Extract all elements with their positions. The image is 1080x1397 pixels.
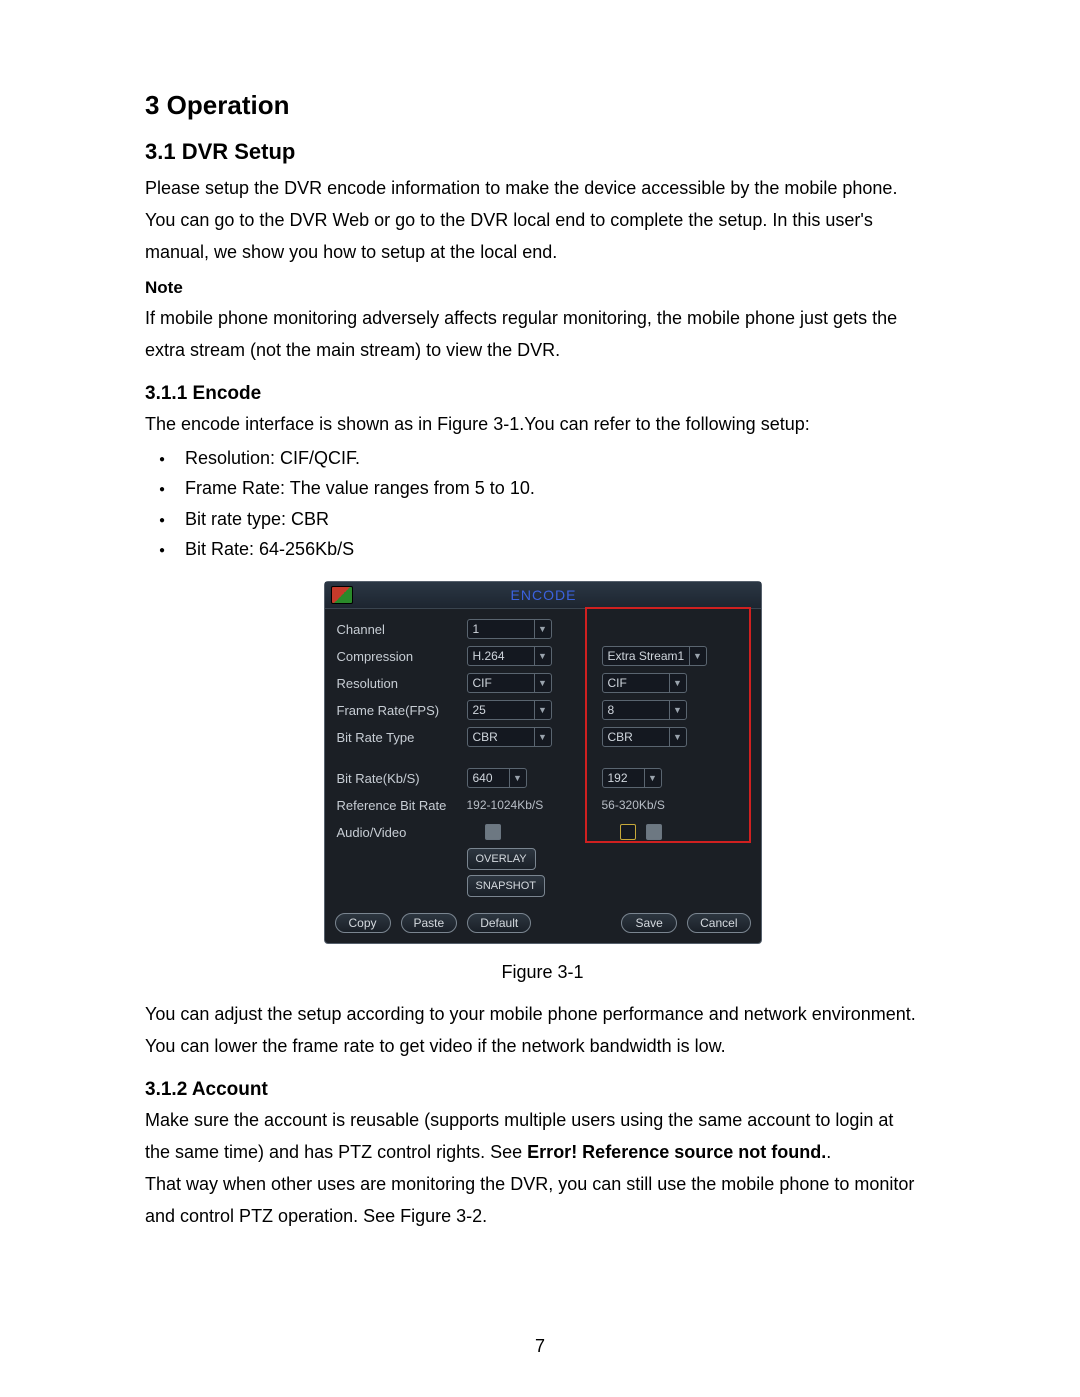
label-audio-video: Audio/Video (337, 825, 467, 840)
setup-paragraph-line: manual, we show you how to setup at the … (145, 239, 940, 267)
chevron-down-icon: ▼ (534, 620, 551, 638)
heading-encode: 3.1.1 Encode (145, 383, 940, 405)
app-icon (331, 586, 353, 604)
default-button[interactable]: Default (467, 913, 531, 933)
label-bitrate-type: Bit Rate Type (337, 730, 467, 745)
channel-select[interactable]: 1▼ (467, 619, 552, 639)
account-line: Make sure the account is reusable (suppo… (145, 1107, 940, 1135)
note-label: Note (145, 275, 940, 301)
label-channel: Channel (337, 622, 467, 637)
dialog-titlebar: ENCODE (325, 582, 761, 609)
bullet-item: Frame Rate: The value ranges from 5 to 1… (145, 473, 940, 504)
chevron-down-icon: ▼ (534, 674, 551, 692)
extra-stream-select[interactable]: Extra Stream1▼ (602, 646, 707, 666)
encode-intro: The encode interface is shown as in Figu… (145, 411, 940, 439)
snapshot-button[interactable]: SNAPSHOT (467, 875, 546, 897)
overlay-button[interactable]: OVERLAY (467, 848, 536, 870)
refrate-extra-value: 56-320Kb/S (602, 798, 665, 812)
cancel-button[interactable]: Cancel (687, 913, 750, 933)
account-line: the same time) and has PTZ control right… (145, 1139, 940, 1167)
label-fps: Frame Rate(FPS) (337, 703, 467, 718)
chevron-down-icon: ▼ (669, 674, 686, 692)
paste-button[interactable]: Paste (401, 913, 458, 933)
video-main-checkbox[interactable] (485, 824, 501, 840)
label-compression: Compression (337, 649, 467, 664)
dialog-body: Channel 1▼ Compression H.264▼ Extra Stre… (325, 609, 761, 907)
dialog-button-bar: Copy Paste Default Save Cancel (325, 907, 761, 943)
dialog-title: ENCODE (353, 587, 735, 603)
encode-bullet-list: Resolution: CIF/QCIF. Frame Rate: The va… (145, 443, 940, 565)
chevron-down-icon: ▼ (534, 728, 551, 746)
heading-account: 3.1.2 Account (145, 1079, 940, 1101)
fps-main-select[interactable]: 25▼ (467, 700, 552, 720)
brtype-extra-select[interactable]: CBR▼ (602, 727, 687, 747)
heading-dvr-setup: 3.1 DVR Setup (145, 139, 940, 165)
save-button[interactable]: Save (621, 913, 677, 933)
bullet-item: Bit Rate: 64-256Kb/S (145, 534, 940, 565)
figure-caption: Figure 3-1 (145, 962, 940, 983)
label-resolution: Resolution (337, 676, 467, 691)
account-line: and control PTZ operation. See Figure 3-… (145, 1203, 940, 1231)
bitrate-extra-select[interactable]: 192▼ (602, 768, 662, 788)
note-line: If mobile phone monitoring adversely aff… (145, 305, 940, 333)
chevron-down-icon: ▼ (509, 769, 526, 787)
label-bitrate: Bit Rate(Kb/S) (337, 771, 467, 786)
chevron-down-icon: ▼ (644, 769, 661, 787)
bullet-item: Bit rate type: CBR (145, 504, 940, 535)
chevron-down-icon: ▼ (534, 701, 551, 719)
encode-dialog: ENCODE Channel 1▼ Compression H.264▼ Ext… (324, 581, 762, 944)
audio-extra-checkbox[interactable] (620, 824, 636, 840)
video-extra-checkbox[interactable] (646, 824, 662, 840)
manual-page: 3 Operation 3.1 DVR Setup Please setup t… (0, 0, 1080, 1397)
account-line: That way when other uses are monitoring … (145, 1171, 940, 1199)
copy-button[interactable]: Copy (335, 913, 391, 933)
heading-operation: 3 Operation (145, 90, 940, 121)
label-refrate: Reference Bit Rate (337, 798, 467, 813)
chevron-down-icon: ▼ (669, 728, 686, 746)
setup-paragraph-line: You can go to the DVR Web or go to the D… (145, 207, 940, 235)
brtype-main-select[interactable]: CBR▼ (467, 727, 552, 747)
fps-extra-select[interactable]: 8▼ (602, 700, 687, 720)
chevron-down-icon: ▼ (689, 647, 706, 665)
page-number: 7 (0, 1336, 1080, 1357)
compression-select[interactable]: H.264▼ (467, 646, 552, 666)
resolution-main-select[interactable]: CIF▼ (467, 673, 552, 693)
chevron-down-icon: ▼ (534, 647, 551, 665)
note-line: extra stream (not the main stream) to vi… (145, 337, 940, 365)
setup-paragraph-line: Please setup the DVR encode information … (145, 175, 940, 203)
post-figure-line: You can adjust the setup according to yo… (145, 1001, 940, 1029)
bullet-item: Resolution: CIF/QCIF. (145, 443, 940, 474)
chevron-down-icon: ▼ (669, 701, 686, 719)
resolution-extra-select[interactable]: CIF▼ (602, 673, 687, 693)
bitrate-main-select[interactable]: 640▼ (467, 768, 527, 788)
figure-wrapper: ENCODE Channel 1▼ Compression H.264▼ Ext… (145, 581, 940, 983)
error-reference: Error! Reference source not found. (527, 1142, 826, 1162)
refrate-main-value: 192-1024Kb/S (467, 798, 544, 812)
post-figure-line: You can lower the frame rate to get vide… (145, 1033, 940, 1061)
